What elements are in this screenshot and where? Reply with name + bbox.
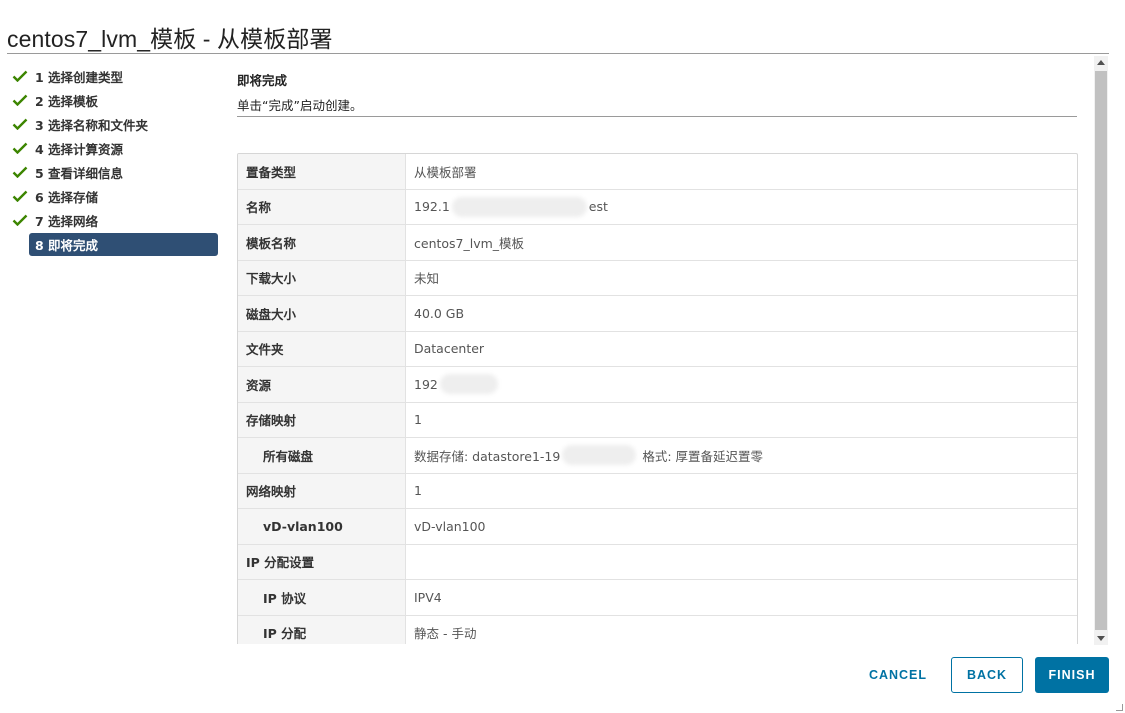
wizard-steps: 1 选择创建类型 2 选择模板 3 选择名称和文件夹 4 选择计算资源 5 查看… [12, 64, 218, 256]
check-icon [12, 70, 28, 82]
resize-handle-icon[interactable] [1116, 704, 1123, 711]
step-3[interactable]: 3 选择名称和文件夹 [12, 112, 218, 136]
row-key: vD-vlan100 [238, 509, 406, 544]
scrollbar-thumb[interactable] [1095, 71, 1107, 630]
scroll-up-arrow-icon[interactable] [1097, 60, 1105, 65]
vertical-scrollbar[interactable] [1094, 56, 1108, 645]
row-key: 下载大小 [238, 260, 406, 295]
review-header: 即将完成 单击“完成”启动创建。 [237, 64, 1077, 114]
row-key: 磁盘大小 [238, 296, 406, 331]
row-key: 模板名称 [238, 225, 406, 260]
row-key: IP 分配设置 [238, 544, 406, 579]
redacted-blur [451, 196, 587, 217]
table-row: IP 协议 IPV4 [238, 580, 1077, 616]
finish-button[interactable]: FINISH [1035, 657, 1109, 693]
wizard-title: centos7_lvm_模板 - 从模板部署 [7, 26, 333, 52]
step-label: 8 即将完成 [35, 238, 99, 253]
table-row: 名称 192.1 est [238, 189, 1077, 225]
row-value: 192 [406, 367, 1077, 402]
section-divider [237, 116, 1077, 117]
row-key: 文件夹 [238, 331, 406, 366]
check-icon [12, 214, 28, 226]
step-label: 1 选择创建类型 [35, 69, 124, 85]
row-value: 192.1 est [406, 190, 1077, 225]
row-value: 从模板部署 [414, 164, 477, 180]
check-icon [12, 166, 28, 178]
check-icon [12, 94, 28, 106]
row-key: 所有磁盘 [238, 438, 406, 473]
value-text: 数据存储: datastore1-19 [414, 448, 561, 464]
row-value: 40.0 GB [414, 305, 465, 321]
step-label: 7 选择网络 [35, 213, 99, 229]
table-row: 文件夹 Datacenter [238, 331, 1077, 367]
section-title: 即将完成 [237, 73, 288, 88]
table-row: 磁盘大小 40.0 GB [238, 296, 1077, 332]
row-key: IP 协议 [238, 580, 406, 615]
row-value: 未知 [414, 271, 440, 287]
value-text: 192 [414, 376, 438, 392]
check-icon [12, 118, 28, 130]
table-row: IP 分配 静态 - 手动 [238, 615, 1077, 644]
summary-table: 置备类型 从模板部署 名称 192.1 est 模板名称 centos7_lvm… [237, 153, 1078, 644]
step-label: 6 选择存储 [35, 189, 99, 205]
row-key: 资源 [238, 367, 406, 402]
section-subtitle: 单击“完成”启动创建。 [237, 98, 363, 113]
title-divider [7, 53, 1109, 54]
step-label: 4 选择计算资源 [35, 141, 124, 157]
step-6[interactable]: 6 选择存储 [12, 184, 218, 208]
table-row: 网络映射 1 [238, 473, 1077, 509]
row-key: IP 分配 [238, 615, 406, 644]
step-label: 3 选择名称和文件夹 [35, 117, 149, 133]
value-suffix: 格式: 厚置备延迟置零 [642, 448, 764, 464]
step-2[interactable]: 2 选择模板 [12, 88, 218, 112]
back-button[interactable]: BACK [951, 657, 1023, 693]
table-row: 所有磁盘 数据存储: datastore1-19 格式: 厚置备延迟置零 [238, 438, 1077, 474]
redacted-blur [439, 374, 498, 395]
table-row: 资源 192 [238, 367, 1077, 403]
row-value: vD-vlan100 [414, 518, 486, 534]
table-row: 置备类型 从模板部署 [238, 154, 1077, 190]
row-value: 静态 - 手动 [414, 626, 477, 642]
row-key: 存储映射 [238, 402, 406, 437]
value-text: 192.1 [414, 199, 450, 215]
step-7[interactable]: 7 选择网络 [12, 208, 218, 232]
table-row: 存储映射 1 [238, 402, 1077, 438]
step-label: 5 查看详细信息 [35, 165, 124, 181]
row-value: 数据存储: datastore1-19 格式: 厚置备延迟置零 [406, 438, 1077, 473]
step-1[interactable]: 1 选择创建类型 [12, 64, 218, 88]
row-value: IPV4 [414, 589, 442, 605]
check-icon [12, 190, 28, 202]
step-label: 2 选择模板 [35, 93, 99, 109]
table-row: vD-vlan100 vD-vlan100 [238, 509, 1077, 545]
row-value: 1 [414, 412, 422, 428]
step-5[interactable]: 5 查看详细信息 [12, 160, 218, 184]
redacted-blur [562, 445, 637, 466]
scroll-down-arrow-icon[interactable] [1097, 636, 1105, 641]
row-key: 名称 [238, 189, 406, 224]
step-8-current[interactable]: 8 即将完成 [29, 233, 218, 256]
step-4[interactable]: 4 选择计算资源 [12, 136, 218, 160]
row-value [406, 545, 1077, 580]
value-suffix: est [588, 199, 608, 215]
row-value: centos7_lvm_模板 [414, 235, 525, 251]
cancel-button[interactable]: CANCEL [858, 657, 938, 693]
row-value: 1 [414, 483, 422, 499]
row-value: Datacenter [414, 341, 485, 357]
table-row: IP 分配设置 [238, 544, 1077, 580]
row-key: 网络映射 [238, 473, 406, 508]
table-row: 下载大小 未知 [238, 260, 1077, 296]
table-row: 模板名称 centos7_lvm_模板 [238, 225, 1077, 261]
row-key: 置备类型 [238, 154, 406, 189]
check-icon [12, 142, 28, 154]
